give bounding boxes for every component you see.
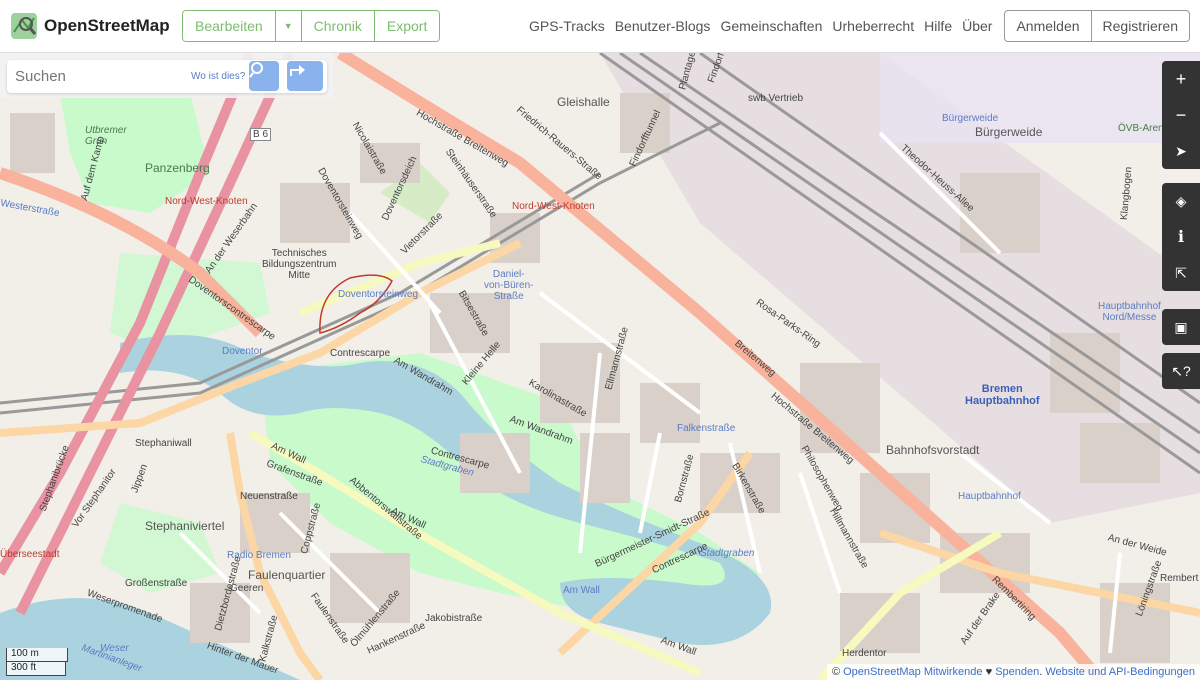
nav-about[interactable]: Über [962,18,992,34]
note-add-icon: ▣ [1174,318,1188,335]
attribution: © OpenStreetMap Mitwirkende ♥ Spenden. W… [826,664,1200,680]
map-label: Bremen Hauptbahnhof [965,383,1040,407]
map-label: Faulenquartier [248,568,326,582]
map-label: Utbremer Grün [85,125,127,147]
search-input[interactable] [15,68,185,85]
auth-group: Anmelden Registrieren [1004,10,1190,42]
note-controls: ▣ [1162,309,1200,345]
directions-icon [290,65,305,76]
map-label: Jakobistraße [425,613,483,624]
map-label: Rembert [1160,573,1199,584]
login-button[interactable]: Anmelden [1005,11,1092,41]
layers-button[interactable]: ◈ [1162,183,1200,219]
map-label: Nord-West-Knoten [512,201,595,212]
nav-gps-traces[interactable]: GPS-Tracks [529,18,605,34]
edit-button-group: Bearbeiten ▼ Chronik Export [182,10,441,42]
locate-button[interactable]: ➤ [1162,133,1200,169]
map-label: Falkenstraße [677,423,736,434]
attribution-copy: © [831,666,844,678]
map-label: Stephaniviertel [145,519,225,533]
map-label: Neuenstraße [240,491,298,502]
map-label: Hauptbahnhof Nord/Messe [1098,301,1161,323]
map-label: Doventorsteinweg [338,289,419,300]
search-icon [249,62,263,78]
minus-icon: − [1175,104,1187,125]
logo[interactable]: OpenStreetMap [10,12,170,40]
map-label: Stephaniwall [135,438,192,449]
map-label: Großenstraße [125,578,188,589]
route-shield: B 6 [250,128,272,141]
layers-icon: ◈ [1175,192,1187,209]
map-label: Herdentor [842,648,887,659]
nav-links: GPS-Tracks Benutzer-Blogs Gemeinschaften… [519,18,992,34]
search-box: Wo ist dies? [7,60,327,93]
directions-button[interactable] [287,61,323,91]
location-arrow-icon: ➤ [1175,142,1187,159]
map-label: Gleishalle [557,95,610,109]
share-button[interactable]: ⇱ [1162,255,1200,291]
map-label: Contrescarpe [330,348,391,359]
zoom-out-button[interactable]: − [1162,97,1200,133]
map-label: Überseestadt [0,549,60,560]
nav-user-diaries[interactable]: Benutzer-Blogs [615,18,711,34]
map-tools-controls: ◈ ℹ ⇱ [1162,183,1200,291]
search-button[interactable] [249,61,279,91]
zoom-controls: + − ➤ [1162,61,1200,169]
scale-bar: 100 m 300 ft [6,648,68,676]
map-label: Bürgerweide [975,125,1043,139]
map-label: Am Wall [563,585,600,596]
map-label: Bürgerweide [942,113,999,124]
osm-contributors-link[interactable]: OpenStreetMap Mitwirkende [843,666,982,678]
map-canvas[interactable]: Gleishalle swb Vertrieb Bürgerweide Bürg… [0,53,1200,680]
export-button[interactable]: Export [374,11,440,41]
map-label: Hauptbahnhof [958,491,1021,502]
where-is-this-link[interactable]: Wo ist dies? [191,71,245,82]
scale-imperial: 300 ft [6,662,66,676]
map-label: Weser [100,643,129,654]
donate-link[interactable]: Spenden [995,666,1039,678]
plus-icon: + [1175,68,1187,89]
register-button[interactable]: Registrieren [1092,11,1189,41]
map-label: Daniel- von-Büren- Straße [484,269,534,302]
edit-dropdown-button[interactable]: ▼ [275,11,302,41]
query-controls: ↖? [1162,353,1200,389]
map-key-button[interactable]: ℹ [1162,219,1200,255]
add-note-button[interactable]: ▣ [1162,309,1200,345]
nav-help[interactable]: Hilfe [924,18,952,34]
scale-metric: 100 m [6,648,68,662]
app: OpenStreetMap Bearbeiten ▼ Chronik Expor… [0,0,1200,680]
info-icon: ℹ [1177,229,1185,246]
edit-button[interactable]: Bearbeiten [183,11,276,41]
nav-copyright[interactable]: Urheberrecht [832,18,914,34]
map-label: swb Vertrieb [748,93,804,104]
header: OpenStreetMap Bearbeiten ▼ Chronik Expor… [0,0,1200,53]
zoom-in-button[interactable]: + [1162,61,1200,97]
share-icon: ⇱ [1175,264,1187,281]
history-button[interactable]: Chronik [301,11,375,41]
query-cursor-icon: ↖? [1171,362,1191,379]
osm-logo-icon [11,13,37,39]
nav-communities[interactable]: Gemeinschaften [720,18,822,34]
map-label: Bahnhofsvorstadt [886,443,980,457]
terms-link[interactable]: Website und API-Bedingungen [1045,666,1195,678]
map-label: Panzenberg [145,161,210,175]
logo-text: OpenStreetMap [44,16,170,35]
heart-icon: ♥ [982,666,996,678]
map-label: Geeren [230,583,264,594]
map-label: Nord-West-Knoten [165,196,248,207]
caret-down-icon: ▼ [283,21,293,31]
map-label: Doventor [222,346,263,357]
query-features-button[interactable]: ↖? [1162,353,1200,389]
map-label: Technisches Bildungszentrum Mitte [262,248,337,281]
